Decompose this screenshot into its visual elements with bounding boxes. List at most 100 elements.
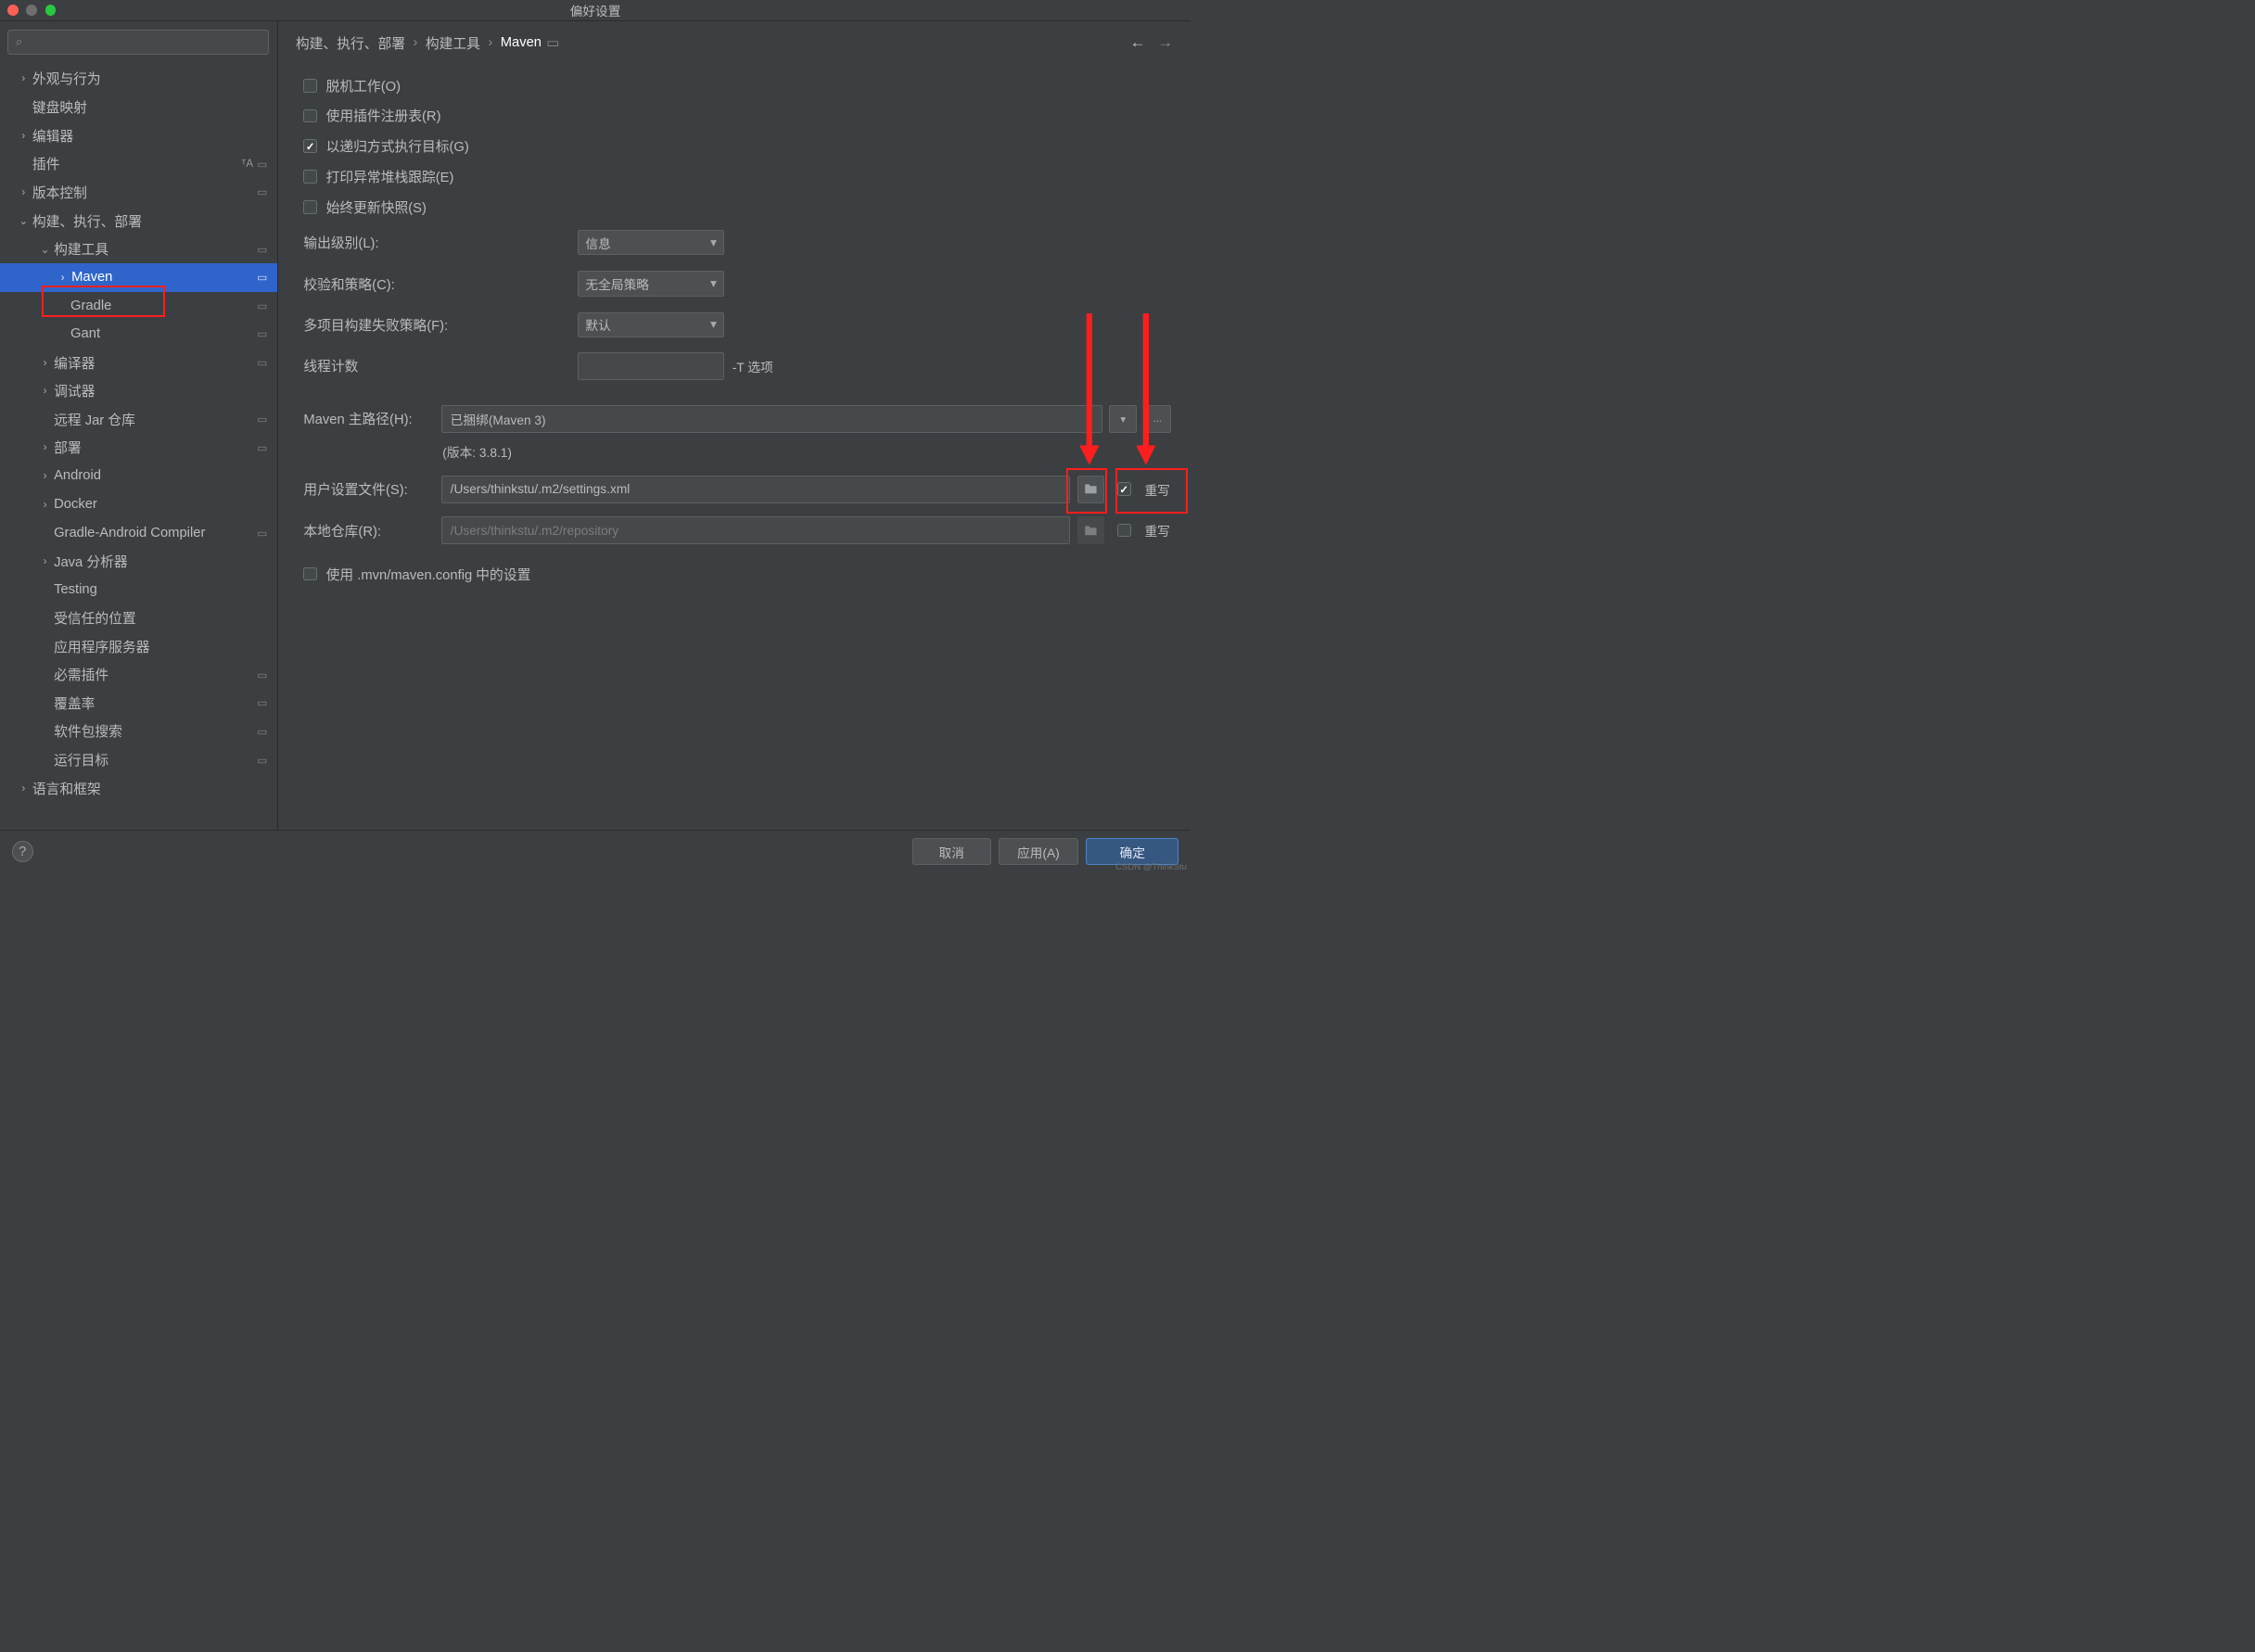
breadcrumb-item[interactable]: 构建、执行、部署 <box>296 33 405 53</box>
tree-item-docker[interactable]: ›Docker <box>0 490 277 519</box>
tree-item-java-profiler[interactable]: ›Java 分析器 <box>0 547 277 576</box>
breadcrumb-item-current: Maven <box>501 35 541 50</box>
plugin-registry-label: 使用插件注册表(R) <box>326 106 441 125</box>
maven-settings-form: 脱机工作(O) 使用插件注册表(R) 以递归方式执行目标(G) 打印异常堆栈跟踪… <box>278 58 1191 589</box>
maven-home-select[interactable]: 已捆绑(Maven 3) <box>441 405 1102 433</box>
failure-policy-label: 多项目构建失败策略(F): <box>303 315 578 335</box>
chevron-right-icon: › <box>488 35 492 50</box>
local-repo-browse-button[interactable] <box>1077 516 1105 544</box>
update-snapshots-checkbox[interactable] <box>303 200 317 214</box>
user-settings-input[interactable]: /Users/thinkstu/.m2/settings.xml <box>441 476 1070 503</box>
tree-item-run-targets[interactable]: 运行目标▭ <box>0 745 277 774</box>
settings-main-pane: 构建、执行、部署 › 构建工具 › Maven ▭ ← → 脱机工作(O) 使用… <box>278 21 1191 830</box>
chevron-down-icon: ▾ <box>710 235 717 250</box>
breadcrumb-item[interactable]: 构建工具 <box>426 33 480 53</box>
folder-icon <box>1084 483 1098 495</box>
maven-version-note: (版本: 3.8.1) <box>442 439 1171 469</box>
chevron-right-icon: › <box>15 72 32 84</box>
thread-count-suffix: -T 选项 <box>733 357 773 375</box>
chevron-right-icon: › <box>36 441 54 453</box>
tree-item-build-tools[interactable]: ⌄构建工具▭ <box>0 235 277 263</box>
title-bar: 偏好设置 <box>0 0 1191 21</box>
failure-policy-select[interactable]: 默认▾ <box>578 312 724 337</box>
profile-scope-icon: ▭ <box>257 185 267 198</box>
chevron-right-icon: › <box>36 470 54 482</box>
tree-item-keymap[interactable]: 键盘映射 <box>0 93 277 121</box>
tree-item-testing[interactable]: Testing <box>0 576 277 604</box>
use-mvn-config-checkbox[interactable] <box>303 567 317 581</box>
recursive-checkbox[interactable] <box>303 139 317 153</box>
chevron-right-icon: › <box>36 385 54 397</box>
profile-scope-icon: ▭ <box>257 441 267 454</box>
output-level-select[interactable]: 信息▾ <box>578 230 724 255</box>
local-repo-override-checkbox[interactable] <box>1117 524 1131 538</box>
tree-item-android[interactable]: ›Android <box>0 462 277 490</box>
tree-item-build[interactable]: ⌄构建、执行、部署 <box>0 207 277 235</box>
tree-item-appservers[interactable]: 应用程序服务器 <box>0 632 277 661</box>
tree-item-languages[interactable]: ›语言和框架 <box>0 774 277 803</box>
profile-scope-icon: ▭ <box>257 668 267 681</box>
cancel-button[interactable]: 取消 <box>912 838 990 866</box>
override-label: 重写 <box>1144 521 1169 540</box>
profile-scope-icon: ▭ <box>257 696 267 709</box>
chevron-right-icon: › <box>36 555 54 567</box>
settings-tree[interactable]: ›外观与行为 键盘映射 ›编辑器 插件ᵀA▭ ›版本控制▭ ⌄构建、执行、部署 … <box>0 58 277 830</box>
recursive-label: 以递归方式执行目标(G) <box>326 136 469 156</box>
back-button[interactable]: ← <box>1130 33 1146 52</box>
translate-icon: ᵀA <box>241 158 253 170</box>
profile-scope-icon: ▭ <box>257 327 267 340</box>
offline-checkbox[interactable] <box>303 79 317 93</box>
tree-item-gant[interactable]: Gant▭ <box>0 320 277 349</box>
tree-item-compiler[interactable]: ›编译器▭ <box>0 349 277 377</box>
chevron-right-icon: › <box>36 357 54 369</box>
profile-scope-icon: ▭ <box>257 725 267 738</box>
thread-count-input[interactable] <box>578 352 724 380</box>
tree-item-remote-jar[interactable]: 远程 Jar 仓库▭ <box>0 405 277 434</box>
user-settings-label: 用户设置文件(S): <box>303 479 435 499</box>
local-repo-input[interactable]: /Users/thinkstu/.m2/repository <box>441 516 1070 544</box>
tree-item-deployment[interactable]: ›部署▭ <box>0 434 277 463</box>
tree-item-package-search[interactable]: 软件包搜索▭ <box>0 718 277 746</box>
output-level-label: 输出级别(L): <box>303 233 578 252</box>
forward-button[interactable]: → <box>1157 33 1173 52</box>
tree-item-version-control[interactable]: ›版本控制▭ <box>0 178 277 207</box>
plugin-registry-checkbox[interactable] <box>303 109 317 123</box>
stacktrace-checkbox[interactable] <box>303 170 317 184</box>
search-input[interactable]: ⌕ <box>7 30 269 55</box>
tree-item-gradle[interactable]: Gradle▭ <box>0 292 277 321</box>
tree-item-plugins[interactable]: 插件ᵀA▭ <box>0 149 277 178</box>
user-settings-browse-button[interactable] <box>1077 476 1105 503</box>
user-settings-override-checkbox[interactable] <box>1117 482 1131 496</box>
stacktrace-label: 打印异常堆栈跟踪(E) <box>326 167 454 186</box>
chevron-down-icon: ▾ <box>710 317 717 332</box>
tree-item-trusted[interactable]: 受信任的位置 <box>0 604 277 632</box>
chevron-right-icon: › <box>413 35 417 50</box>
tree-item-gradle-android[interactable]: Gradle-Android Compiler▭ <box>0 518 277 547</box>
search-icon: ⌕ <box>16 34 23 49</box>
tree-item-required-plugins[interactable]: 必需插件▭ <box>0 660 277 689</box>
maven-home-more-button[interactable]: ... <box>1143 405 1171 433</box>
help-icon: ? <box>19 845 26 859</box>
chevron-right-icon: › <box>15 130 32 142</box>
help-button[interactable]: ? <box>12 841 33 862</box>
profile-scope-icon: ▭ <box>257 356 267 369</box>
tree-item-editor[interactable]: ›编辑器 <box>0 121 277 150</box>
tree-item-coverage[interactable]: 覆盖率▭ <box>0 689 277 718</box>
checksum-policy-select[interactable]: 无全局策略▾ <box>578 271 724 296</box>
watermark: CSDN @ThinkStu <box>1115 862 1187 872</box>
maven-home-label: Maven 主路径(H): <box>303 409 435 428</box>
tree-item-appearance[interactable]: ›外观与行为 <box>0 65 277 94</box>
tree-item-debugger[interactable]: ›调试器 <box>0 376 277 405</box>
maven-home-dropdown-button[interactable]: ▾ <box>1109 405 1137 433</box>
chevron-down-icon: ⌄ <box>15 214 32 227</box>
profile-scope-icon: ▭ <box>257 271 267 284</box>
profile-scope-icon: ▭ <box>257 527 267 540</box>
profile-scope-icon: ▭ <box>257 299 267 312</box>
checksum-policy-label: 校验和策略(C): <box>303 274 578 294</box>
tree-item-maven[interactable]: ›Maven▭ <box>0 263 277 292</box>
chevron-down-icon: ▾ <box>710 276 717 291</box>
use-mvn-config-label: 使用 .mvn/maven.config 中的设置 <box>326 565 531 584</box>
profile-scope-icon: ▭ <box>257 158 267 171</box>
apply-button[interactable]: 应用(A) <box>999 838 1078 866</box>
dialog-footer: ? 取消 应用(A) 确定 <box>0 830 1191 871</box>
